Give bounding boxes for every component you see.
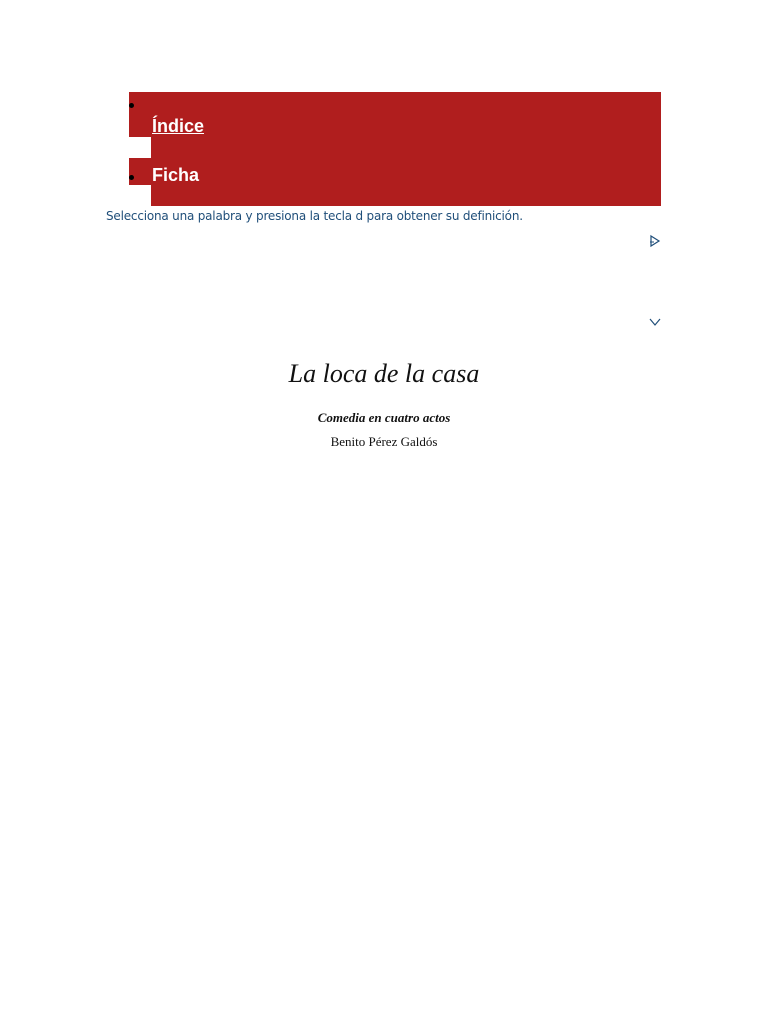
definition-hint: Selecciona una palabra y presiona la tec…: [106, 209, 523, 223]
page: Índice Ficha Selecciona una palabra y pr…: [0, 0, 768, 1024]
list-bullet: [129, 175, 134, 180]
book-title: La loca de la casa: [288, 359, 480, 388]
play-triangle-icon[interactable]: [648, 234, 662, 248]
nav-link-indice[interactable]: Índice: [152, 115, 204, 137]
chevron-down-icon[interactable]: [648, 315, 662, 329]
nav-link-ficha[interactable]: Ficha: [152, 164, 199, 186]
list-bullet: [129, 103, 134, 108]
book-author: Benito Pérez Galdós: [330, 434, 438, 449]
nav-divider: [129, 185, 151, 206]
book-subtitle: Comedia en cuatro actos: [317, 410, 451, 425]
nav-divider: [129, 137, 151, 158]
navigation-menu: [129, 92, 661, 206]
